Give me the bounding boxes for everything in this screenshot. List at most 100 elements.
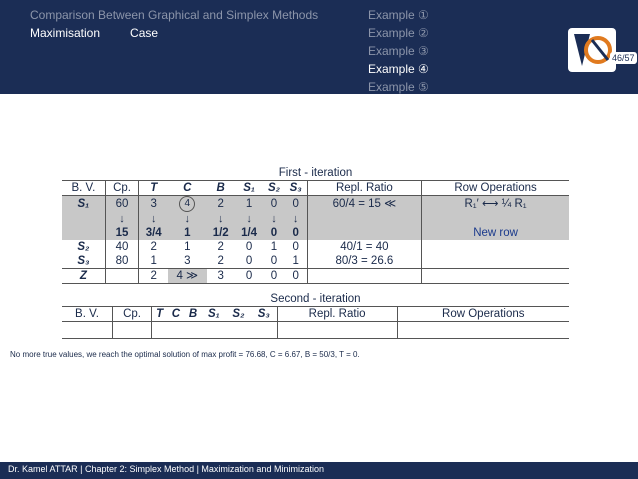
table-row: S₁ 60 3 4 2 1 0 0 60/4 = 15 ≪ R₁′ ⟷ ¼ R₁ [62,195,569,212]
objective-row: Z 2 4 ≫ 3 0 0 0 [62,268,569,284]
cell: 1 [270,241,278,253]
cell: 3 [217,270,224,282]
cell: 3 [184,255,191,267]
cell: 1 [150,255,157,267]
header-cell: Cp. [105,180,140,196]
example-link-4[interactable]: Example ④ [368,60,429,78]
header-cell: S₃ [284,180,308,196]
ratio-cell: 80/3 = 26.6 [307,254,423,269]
header-cell: S₂ [263,180,285,196]
second-iteration-table: Second - iteration B. V. Cp. T C B S₁ S₂… [62,292,569,339]
cell: 3 [150,198,157,210]
cell: 4 ≫ [168,268,207,284]
cell: 1 [184,227,191,239]
cell [105,268,140,284]
ratio-cell: 60/4 = 15 ≪ [307,195,423,212]
header-row: B. V. Cp. T C B S₁ S₂ S₃ Repl. Ratio Row… [62,306,569,322]
basis-var: S₃ [62,254,106,269]
footer-bar: Dr. Kamel ATTAR | Chapter 2: Simplex Met… [0,462,638,479]
cell: 0 [270,198,278,210]
header-cell: S₂ [225,306,251,322]
cell: 80 [105,254,140,269]
header-cell: S₁ [201,306,226,322]
row-op-cell [422,240,569,254]
table-row: S₂ 40 2 1 2 0 1 0 40/1 = 40 [62,240,569,254]
subsection-a: Maximisation [30,26,101,40]
section-nav: Comparison Between Graphical and Simplex… [30,6,318,42]
header-cell: B [206,180,235,196]
cell: 1 [184,241,191,253]
cell: 2 [217,241,224,253]
down-arrow-icon: ↓ [150,213,157,225]
cell: 0 [245,255,253,267]
cell: 0 [284,195,308,212]
cell: 40 [105,240,140,254]
footer-text: Dr. Kamel ATTAR | Chapter 2: Simplex Met… [8,464,324,474]
cell: 0 [270,255,278,267]
header-bar: Comparison Between Graphical and Simplex… [0,0,638,94]
header-cell: B. V. [62,180,106,196]
header-cell: T [151,306,168,322]
pivot-circle: 4 [179,196,196,212]
basis-var: S₂ [62,240,106,254]
cell: 1/4 [241,227,258,239]
first-iteration-table: First - iteration B. V. Cp. T C B S₁ S₂ … [62,166,569,284]
down-arrow-icon: ↓ [271,213,277,225]
cell: 0 [284,226,308,240]
header-cell: C [168,180,207,196]
down-arrow-icon: ↓ [284,212,308,226]
example-nav: Example ① Example ② Example ③ Example ④ … [368,6,429,96]
cell: 1 [245,198,253,210]
cell: 2 [217,255,224,267]
down-arrow-icon: ↓ [105,212,140,226]
header-row: B. V. Cp. T C B S₁ S₂ S₃ Repl. Ratio Row… [62,180,569,196]
cell: 0 [245,270,253,282]
university-logo [568,28,616,72]
cell: 0 [270,227,278,239]
pivot-cell: 4 [168,196,206,212]
cell [307,268,423,284]
basis-var: S₁ [62,195,106,212]
example-link-5[interactable]: Example ⑤ [368,78,429,96]
cell: 2 [150,270,157,282]
header-cell: T [138,180,169,196]
down-arrow-icon: ↓ [246,213,252,225]
conclusion-text: No more true values, we reach the optima… [10,350,360,359]
table-row: S₃ 80 1 3 2 0 0 1 80/3 = 26.6 [62,254,569,269]
table-row [62,321,569,339]
row-op-cell [422,254,569,269]
subsection-title[interactable]: Maximisation Case [30,24,318,42]
cell: 0 [270,270,278,282]
header-cell: Row Operations [421,180,569,196]
subsection-b: Case [130,26,159,40]
cell: 2 [217,198,224,210]
cell: 15 [105,226,140,240]
example-link-3[interactable]: Example ③ [368,42,429,60]
cell: 1/2 [212,227,229,239]
cell [422,269,569,284]
header-cell: S₁ [234,180,264,196]
first-iteration-title: First - iteration [62,166,569,181]
cell: 0 [284,268,308,284]
header-cell: Repl. Ratio [307,180,423,196]
header-cell: S₃ [250,306,278,322]
header-cell: Repl. Ratio [277,306,398,322]
second-iteration-title: Second - iteration [62,292,569,307]
header-cell: B. V. [62,306,113,322]
cell: 0 [245,241,253,253]
section-title[interactable]: Comparison Between Graphical and Simplex… [30,6,318,24]
cell: 1 [284,254,308,269]
page-number: 46/57 [610,52,637,64]
basis-var: Z [62,268,106,284]
down-arrow-icon: ↓ [184,213,191,225]
header-cell: C [167,306,185,322]
arrow-row: ↓ ↓ ↓ ↓ ↓ ↓ ↓ [62,212,569,226]
down-arrow-icon: ↓ [217,213,224,225]
example-link-1[interactable]: Example ① [368,6,429,24]
header-cell: B [184,306,202,322]
cell: 2 [150,241,157,253]
cell: 3/4 [145,227,162,239]
new-row-label: New row [473,227,518,239]
table-row: 15 3/4 1 1/2 1/4 0 0 New row [62,226,569,240]
example-link-2[interactable]: Example ② [368,24,429,42]
